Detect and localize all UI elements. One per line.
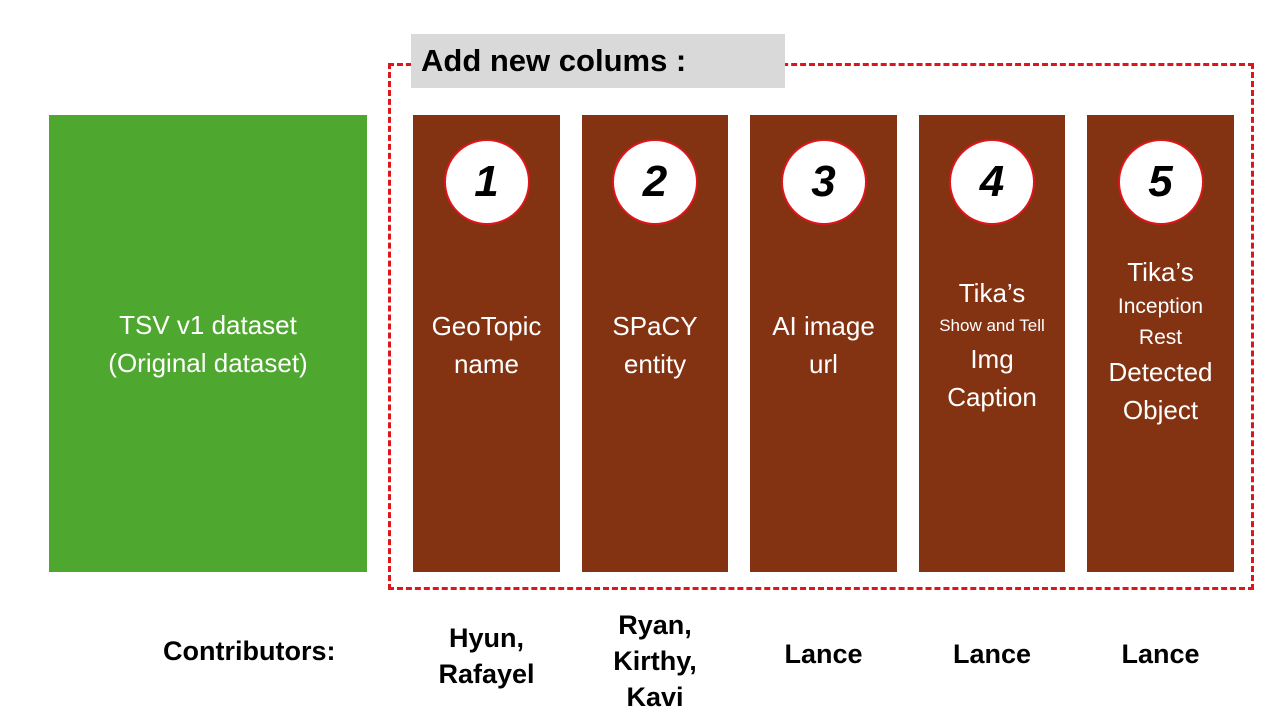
column-4-label-line-1: Img bbox=[970, 344, 1014, 374]
column-4-label: Tika’s Show and Tell Img Caption bbox=[919, 274, 1065, 416]
column-3-ai-image-url: 3 AI image url bbox=[750, 115, 897, 572]
original-dataset-title: TSV v1 dataset bbox=[119, 309, 297, 340]
column-5-label: Tika’s Inception Rest Detected Object bbox=[1087, 253, 1234, 429]
original-dataset-box: TSV v1 dataset (Original dataset) bbox=[49, 115, 367, 572]
column-4-contributors: Lance bbox=[919, 636, 1065, 672]
column-5-label-line-1: Detected bbox=[1108, 357, 1213, 387]
contributor-name: Lance bbox=[952, 639, 1032, 669]
column-3-label-line-1: AI image bbox=[772, 311, 875, 341]
contributor-name: Ryan, bbox=[618, 610, 692, 640]
column-3-label: AI image url bbox=[750, 307, 897, 383]
column-1-label-line-1: GeoTopic bbox=[431, 311, 542, 341]
column-5-label-line-2: Object bbox=[1122, 395, 1199, 425]
column-1-contributors: Hyun, Rafayel bbox=[413, 620, 560, 692]
number-circle-1: 1 bbox=[443, 139, 530, 225]
contributor-name: Rafayel bbox=[438, 659, 535, 689]
column-4-subtitle: Show and Tell bbox=[939, 316, 1045, 335]
contributor-name: Lance bbox=[784, 639, 863, 669]
column-5-subtitle-line-1: Inception bbox=[1117, 295, 1204, 318]
number-circle-2: 2 bbox=[612, 139, 698, 225]
original-dataset-subtitle: (Original dataset) bbox=[108, 347, 308, 378]
contributors-label: Contributors: bbox=[163, 636, 336, 666]
column-1-geotopic-name: 1 GeoTopic name bbox=[413, 115, 560, 572]
column-4-title: Tika’s bbox=[958, 278, 1026, 308]
add-new-columns-header: Add new colums : bbox=[411, 34, 785, 88]
column-2-contributors: Ryan, Kirthy, Kavi bbox=[582, 607, 728, 715]
column-5-detected-object: 5 Tika’s Inception Rest Detected Object bbox=[1087, 115, 1234, 572]
contributor-name: Kirthy, bbox=[613, 646, 697, 676]
column-5-contributors: Lance bbox=[1087, 636, 1234, 672]
column-2-spacy-entity: 2 SPaCY entity bbox=[582, 115, 728, 572]
column-3-label-line-2: url bbox=[809, 349, 838, 379]
number-circle-3: 3 bbox=[780, 139, 867, 225]
contributor-name: Lance bbox=[1121, 639, 1200, 669]
contributor-name: Hyun, bbox=[448, 623, 524, 653]
contributor-name: Kavi bbox=[626, 682, 684, 712]
header-title: Add new colums : bbox=[421, 43, 687, 78]
column-4-img-caption: 4 Tika’s Show and Tell Img Caption bbox=[919, 115, 1065, 572]
column-5-title: Tika’s bbox=[1127, 257, 1194, 287]
number-circle-5: 5 bbox=[1117, 139, 1204, 225]
column-2-label: SPaCY entity bbox=[582, 307, 728, 383]
column-5-subtitle-line-2: Rest bbox=[1138, 326, 1183, 349]
column-4-label-line-2: Caption bbox=[947, 382, 1037, 412]
column-3-contributors: Lance bbox=[750, 636, 897, 672]
number-circle-4: 4 bbox=[949, 139, 1035, 225]
column-2-label-line-2: entity bbox=[623, 349, 687, 379]
column-2-label-line-1: SPaCY bbox=[612, 311, 698, 341]
column-1-label: GeoTopic name bbox=[413, 307, 560, 383]
column-1-label-line-2: name bbox=[453, 349, 520, 379]
